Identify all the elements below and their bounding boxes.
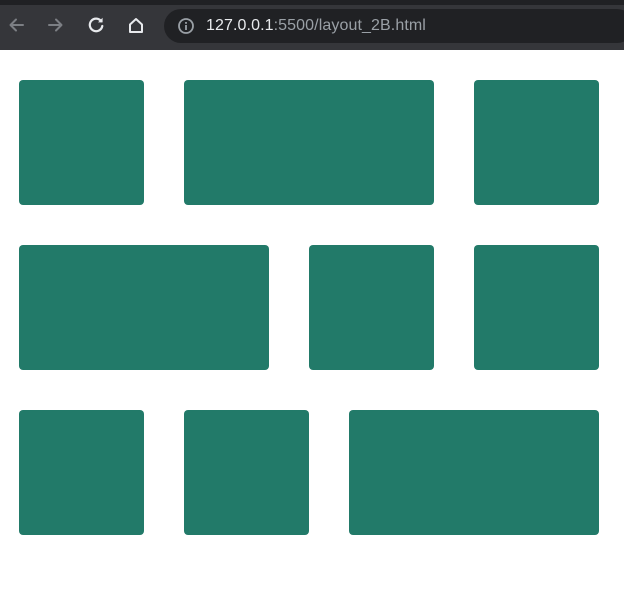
wide-tile — [184, 80, 434, 205]
arrow-left-icon — [7, 16, 25, 34]
browser-toolbar: 127.0.0.1:5500/layout_2B.html — [0, 0, 624, 50]
tile-row — [19, 80, 599, 205]
small-tile — [474, 245, 599, 370]
tile-row — [19, 245, 599, 370]
wide-tile — [349, 410, 599, 535]
small-tile — [19, 80, 144, 205]
forward-button[interactable] — [42, 11, 70, 39]
url-host: 127.0.0.1 — [206, 17, 274, 34]
url-text: 127.0.0.1:5500/layout_2B.html — [206, 17, 426, 35]
wide-tile — [19, 245, 269, 370]
arrow-right-icon — [47, 16, 65, 34]
address-bar[interactable]: 127.0.0.1:5500/layout_2B.html — [164, 9, 624, 43]
reload-icon — [87, 16, 105, 34]
home-icon — [127, 16, 145, 34]
small-tile — [184, 410, 309, 535]
small-tile — [19, 410, 144, 535]
reload-button[interactable] — [82, 11, 110, 39]
back-button[interactable] — [2, 11, 30, 39]
page-content — [0, 50, 624, 592]
small-tile — [474, 80, 599, 205]
info-icon[interactable] — [177, 17, 195, 35]
url-path: :5500/layout_2B.html — [273, 17, 426, 34]
tile-row — [19, 410, 599, 535]
small-tile — [309, 245, 434, 370]
tab-strip-edge — [0, 0, 624, 5]
home-button[interactable] — [122, 11, 150, 39]
tile-grid — [19, 80, 599, 535]
